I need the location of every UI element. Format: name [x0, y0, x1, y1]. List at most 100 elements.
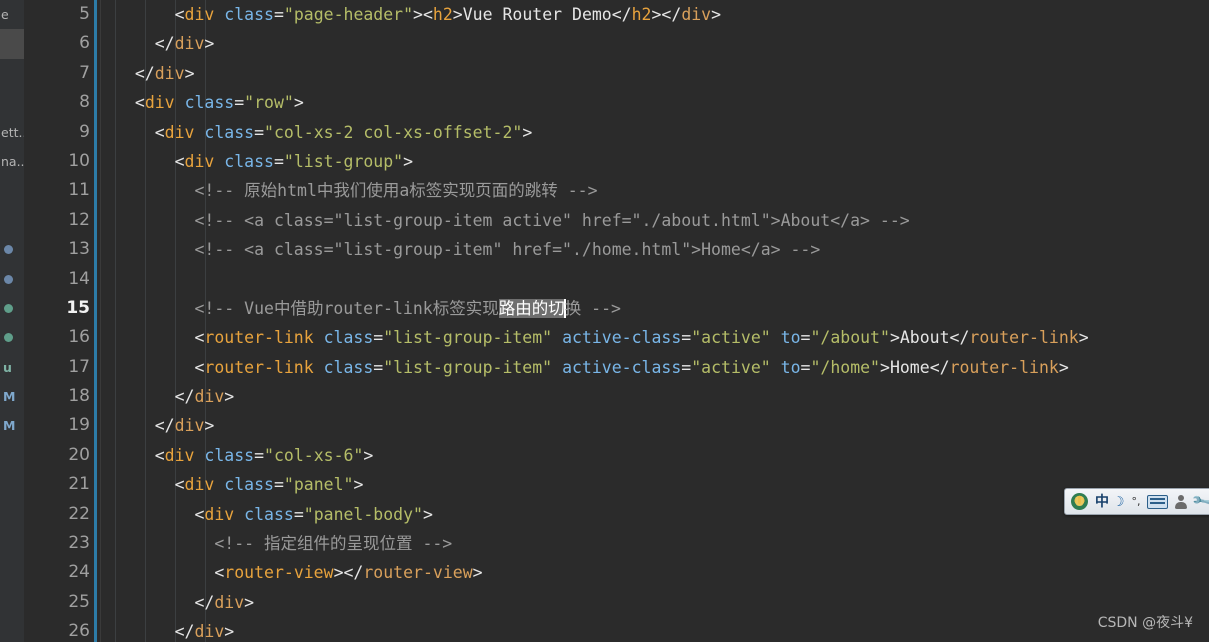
code-token: >	[403, 151, 414, 171]
line-number: 11	[68, 180, 90, 201]
code-token: >	[244, 592, 255, 612]
code-token: class	[184, 93, 235, 113]
line-number: 9	[79, 121, 90, 142]
sidebar-file-letter[interactable]: M	[0, 382, 24, 411]
code-token: >	[293, 93, 304, 113]
sidebar-item[interactable]	[0, 29, 24, 59]
code-line[interactable]: <router-link class="list-group-item" act…	[101, 323, 1209, 352]
code-token: "/home"	[810, 357, 880, 377]
code-token: >	[889, 328, 900, 348]
code-token: >	[711, 5, 722, 24]
sidebar-dot-item[interactable]	[0, 235, 24, 264]
code-token: class	[204, 445, 255, 465]
code-line[interactable]: <!-- <a class="list-group-item active" h…	[101, 206, 1209, 235]
code-token: </	[115, 63, 155, 83]
ime-mode-label[interactable]: 中	[1095, 495, 1109, 509]
code-line[interactable]: <!-- Vue中借助router-link标签实现路由的切换 -->	[101, 294, 1209, 323]
code-line[interactable]: <div class="page-header"><h2>Vue Router …	[101, 0, 1209, 29]
sidebar-item[interactable]	[0, 88, 24, 117]
code-token: <	[115, 357, 205, 377]
code-token: >	[880, 357, 890, 377]
line-number: 13	[68, 239, 90, 260]
code-token: "list-group"	[283, 151, 404, 171]
code-line[interactable]: </div>	[101, 382, 1209, 411]
line-number: 23	[68, 533, 90, 554]
code-token: class	[224, 151, 274, 171]
code-token: <	[115, 5, 185, 24]
sidebar-item[interactable]	[0, 206, 24, 235]
sidebar-dot-item[interactable]	[0, 294, 24, 323]
code-line[interactable]: <div class="panel">	[101, 470, 1209, 499]
code-token: "active"	[691, 328, 771, 348]
line-number: 25	[68, 591, 90, 612]
code-token: =	[234, 93, 245, 113]
ime-toolbar[interactable]: 中 ☽ °, 🔧	[1064, 488, 1209, 515]
code-token: =	[800, 328, 811, 348]
ime-moon-icon[interactable]: ☽	[1116, 495, 1124, 509]
editor-accent-bar[interactable]	[94, 0, 97, 642]
code-line[interactable]: <div class="panel-body">	[101, 500, 1209, 529]
code-line[interactable]: <!-- 指定组件的呈现位置 -->	[101, 529, 1209, 558]
wrench-icon[interactable]: 🔧	[1191, 488, 1209, 513]
sidebar-item[interactable]	[0, 59, 24, 88]
code-token: h2	[432, 5, 453, 24]
code-token: "page-header"	[283, 5, 414, 24]
code-token: ></	[333, 563, 364, 583]
line-number: 20	[68, 444, 90, 465]
code-line[interactable]: <!-- 原始html中我们使用a标签实现页面的跳转 -->	[101, 176, 1209, 205]
code-line[interactable]: <div class="row">	[101, 88, 1209, 117]
code-line[interactable]: <!-- <a class="list-group-item" href="./…	[101, 235, 1209, 264]
code-line[interactable]	[101, 265, 1209, 294]
code-line[interactable]: </div>	[101, 29, 1209, 58]
code-token: =	[681, 328, 692, 348]
code-line[interactable]: <div class="col-xs-2 col-xs-offset-2">	[101, 118, 1209, 147]
code-token: <	[115, 93, 145, 113]
user-icon[interactable]	[1175, 494, 1188, 509]
code-token: >	[224, 622, 235, 642]
sidebar-item[interactable]: e	[0, 0, 24, 29]
explorer-sidebar[interactable]: e ett...na... uMM	[0, 0, 25, 642]
sidebar-file-letter[interactable]: u	[0, 353, 24, 382]
code-token: router-link	[949, 357, 1059, 377]
code-token: <	[115, 151, 185, 171]
keyboard-icon[interactable]	[1147, 494, 1169, 509]
code-line[interactable]: <div class="list-group">	[101, 147, 1209, 176]
code-token: "col-xs-2 col-xs-offset-2"	[264, 122, 523, 142]
code-token: </	[115, 592, 215, 612]
code-token: ></	[651, 5, 682, 24]
code-token: =	[373, 328, 384, 348]
code-line[interactable]: <router-view></router-view>	[101, 558, 1209, 587]
sidebar-item[interactable]: ett...	[0, 118, 24, 147]
sidebar-dot-item[interactable]	[0, 323, 24, 352]
line-number: 21	[68, 474, 90, 495]
code-area[interactable]: <div class="page-header"><h2>Vue Router …	[101, 0, 1209, 642]
code-token: =	[273, 475, 284, 495]
code-line[interactable]: </div>	[101, 411, 1209, 440]
sidebar-dot-item[interactable]	[0, 265, 24, 294]
sidebar-item[interactable]	[0, 176, 24, 205]
code-line[interactable]: </div>	[101, 588, 1209, 617]
line-number: 22	[68, 503, 90, 524]
sidebar-file-letter[interactable]: M	[0, 411, 24, 440]
code-token: <	[115, 563, 225, 583]
code-token: Vue Router Demo	[462, 5, 612, 24]
ime-punctuation-icon[interactable]: °,	[1131, 496, 1140, 507]
code-token: h2	[631, 5, 652, 24]
code-line[interactable]: <div class="col-xs-6">	[101, 441, 1209, 470]
code-line[interactable]: </div>	[101, 59, 1209, 88]
code-token: >	[204, 34, 215, 54]
file-status-dot-icon	[4, 245, 13, 255]
code-token: <	[115, 122, 165, 142]
code-token: class	[323, 328, 374, 348]
code-token: <	[115, 504, 205, 524]
ime-logo-icon[interactable]	[1071, 493, 1088, 510]
line-number: 6	[79, 33, 90, 54]
code-line[interactable]: </div>	[101, 617, 1209, 642]
sidebar-item[interactable]: na...	[0, 147, 24, 176]
code-token: div	[184, 5, 215, 24]
code-line[interactable]: <router-link class="list-group-item" act…	[101, 353, 1209, 382]
